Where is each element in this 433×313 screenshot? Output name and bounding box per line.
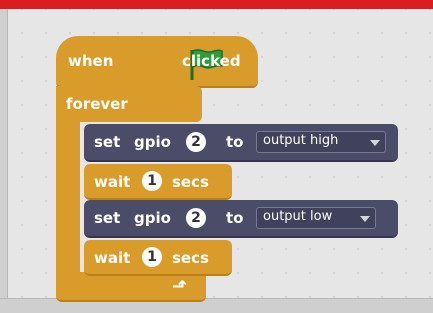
seconds-input[interactable]: 1 [142, 171, 162, 191]
pin-number-input[interactable]: 2 [186, 132, 206, 152]
set-label: set [94, 133, 121, 151]
forever-label: forever [66, 95, 128, 113]
pin-number-input[interactable]: 2 [186, 208, 206, 228]
when-flag-clicked-block[interactable]: when clicked [56, 36, 258, 88]
wait-block[interactable]: wait 1 secs [84, 164, 232, 200]
secs-label: secs [172, 173, 209, 191]
top-accent-bar [0, 0, 433, 9]
to-label: to [226, 133, 244, 151]
set-gpio-block[interactable]: set gpio 2 to output high [84, 124, 398, 162]
when-label: when [68, 52, 114, 70]
wait-label: wait [94, 173, 131, 191]
gpio-mode-value: output low [263, 209, 333, 224]
seconds-input[interactable]: 1 [142, 247, 162, 267]
canvas-left-edge [0, 9, 8, 312]
clicked-label: clicked [182, 52, 241, 70]
gpio-label: gpio [134, 133, 171, 151]
to-label: to [226, 209, 244, 227]
set-gpio-block[interactable]: set gpio 2 to output low [84, 200, 398, 238]
gpio-mode-value: output high [263, 133, 339, 148]
wait-block[interactable]: wait 1 secs [84, 240, 232, 276]
gpio-label: gpio [134, 209, 171, 227]
wait-label: wait [94, 249, 131, 267]
chevron-down-icon [370, 140, 380, 146]
secs-label: secs [172, 249, 209, 267]
chevron-down-icon [360, 216, 370, 222]
loop-arrow-icon: ⬏ [172, 276, 188, 297]
gpio-mode-dropdown[interactable]: output low [256, 207, 376, 229]
set-label: set [94, 209, 121, 227]
gpio-mode-dropdown[interactable]: output high [256, 131, 386, 153]
